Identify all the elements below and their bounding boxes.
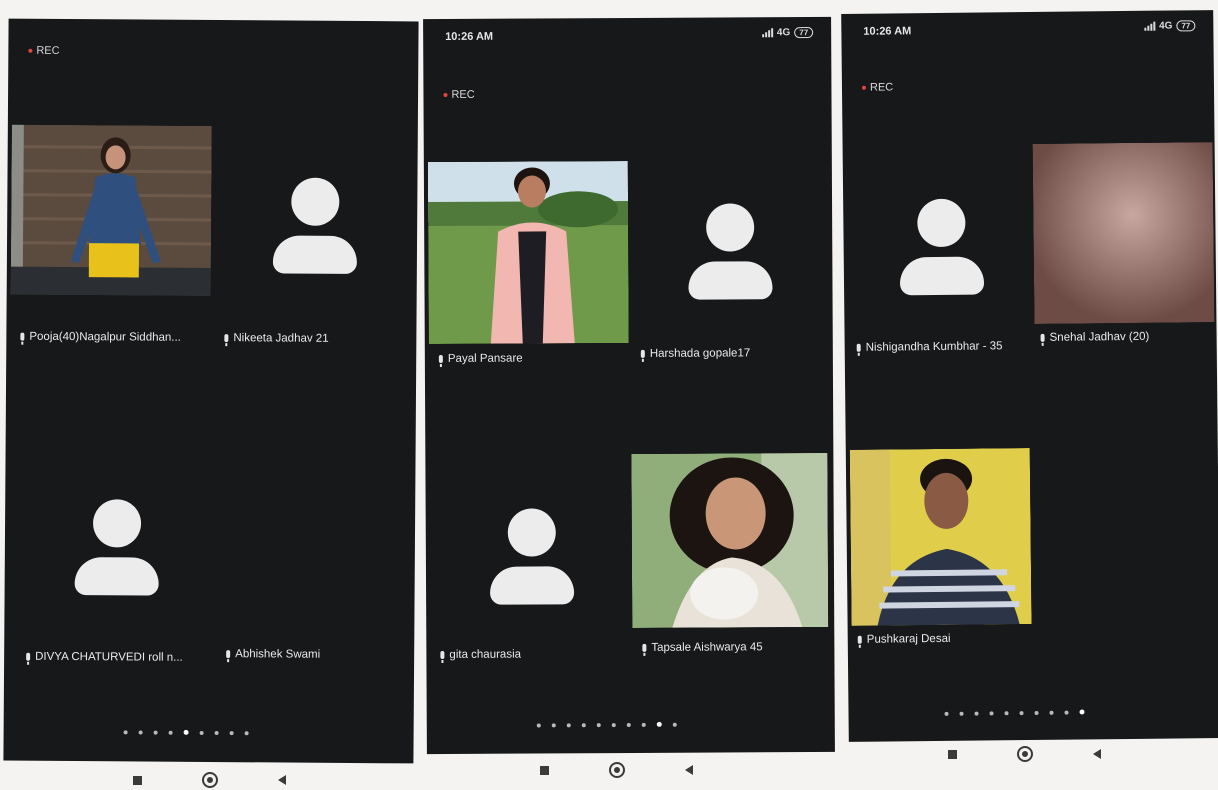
meeting-screen-3: 10:26 AM 4G 77 REC Nishigandha Kumbhar -… [841,10,1218,742]
status-time: 10:26 AM [445,30,494,43]
participant-name: Tapsale Aishwarya 45 [642,641,763,654]
mic-icon [26,652,31,661]
participant-name: Nishigandha Kumbhar - 35 [856,340,1003,354]
page-indicator[interactable] [123,729,249,735]
rec-dot-icon [861,85,866,90]
page-dot-active[interactable] [183,729,189,735]
page-dot[interactable] [1064,710,1069,715]
participant-name: Abhishek Swami [226,648,320,661]
page-dot[interactable] [199,730,204,735]
network-type: 4G [776,27,791,39]
person-placeholder-icon [688,203,773,300]
signal-icon [761,28,773,38]
participant-video [631,452,829,628]
rec-label: REC [869,81,894,94]
home-circle-icon[interactable] [609,762,625,778]
status-icons: 4G 77 [1144,20,1196,32]
page-dot[interactable] [672,722,677,727]
participant-name: DIVYA CHATURVEDI roll n... [26,651,183,664]
page-dot[interactable] [138,730,143,735]
participant-name: Harshada gopale17 [640,347,750,360]
page-dot[interactable] [959,711,964,716]
recents-square-icon[interactable] [133,775,142,785]
meeting-screen-1: REC Pooja(40)Nagalpur Siddhan... Nikeeta… [3,18,419,764]
page-dot[interactable] [626,722,631,727]
page-dot-active[interactable] [656,721,662,727]
page-dot[interactable] [536,722,541,727]
mic-icon [856,343,861,352]
recents-square-icon[interactable] [540,765,549,775]
page-dot[interactable] [244,730,249,735]
page-dot[interactable] [596,722,601,727]
rec-label: REC [451,88,475,101]
page-dot[interactable] [566,722,571,727]
page-dot[interactable] [581,722,586,727]
page-dot[interactable] [229,730,234,735]
person-placeholder-icon [899,198,985,296]
battery-icon: 77 [794,27,814,39]
participant-name: Pushkaraj Desai [857,633,951,646]
back-triangle-icon[interactable] [685,765,693,775]
mic-icon [1040,333,1045,342]
signal-icon [1144,21,1156,31]
page-dot[interactable] [611,722,616,727]
battery-icon: 77 [1176,20,1196,32]
participant-video [427,161,629,345]
android-nav-bar-3 [948,746,1101,762]
participant-name: Snehal Jadhav (20) [1040,331,1149,344]
status-icons: 4G 77 [761,27,814,39]
mic-icon [440,650,445,659]
page-indicator[interactable] [944,709,1085,716]
android-nav-bar-1 [133,772,286,788]
mic-icon [642,643,647,652]
participant-video [1032,142,1215,324]
page-dot[interactable] [641,722,646,727]
participant-video [849,448,1032,626]
page-dot[interactable] [123,729,128,734]
participant-name: Payal Pansare [438,353,523,365]
home-circle-icon[interactable] [202,772,218,788]
mic-icon [640,349,645,358]
page-dot[interactable] [1019,710,1024,715]
recording-indicator: REC [28,44,60,57]
page-dot[interactable] [1004,710,1009,715]
mic-icon [226,650,231,659]
back-triangle-icon[interactable] [1093,749,1101,759]
rec-dot-icon [443,92,448,97]
mic-icon [857,635,862,644]
mic-icon [438,354,443,363]
mic-icon [20,332,25,341]
page-dot[interactable] [1034,710,1039,715]
page-dot[interactable] [214,730,219,735]
page-indicator[interactable] [536,721,677,728]
meeting-screen-2: 10:26 AM 4G 77 REC Payal Pansare Harshad… [423,16,835,755]
person-placeholder-icon [74,499,160,596]
person-placeholder-icon [489,508,575,605]
page-dot[interactable] [153,730,158,735]
recents-square-icon[interactable] [948,749,957,759]
page-dot-active[interactable] [1079,709,1085,715]
participant-name: Nikeeta Jadhav 21 [224,332,329,345]
person-placeholder-icon [272,177,358,275]
android-nav-bar-2 [540,762,693,778]
page-dot[interactable] [168,730,173,735]
recording-indicator: REC [861,81,894,94]
participant-name: gita chaurasia [440,649,521,661]
rec-label: REC [36,44,60,57]
back-triangle-icon[interactable] [278,775,286,785]
page-dot[interactable] [1049,710,1054,715]
status-time: 10:26 AM [863,25,912,38]
network-type: 4G [1159,20,1173,32]
page-dot[interactable] [974,711,979,716]
participant-name: Pooja(40)Nagalpur Siddhan... [20,331,181,344]
participant-video [10,124,212,296]
page-dot[interactable] [551,722,556,727]
mic-icon [224,334,229,343]
page-dot[interactable] [944,711,949,716]
page-dot[interactable] [989,710,994,715]
home-circle-icon[interactable] [1017,746,1033,762]
recording-indicator: REC [443,88,475,101]
rec-dot-icon [28,48,33,53]
